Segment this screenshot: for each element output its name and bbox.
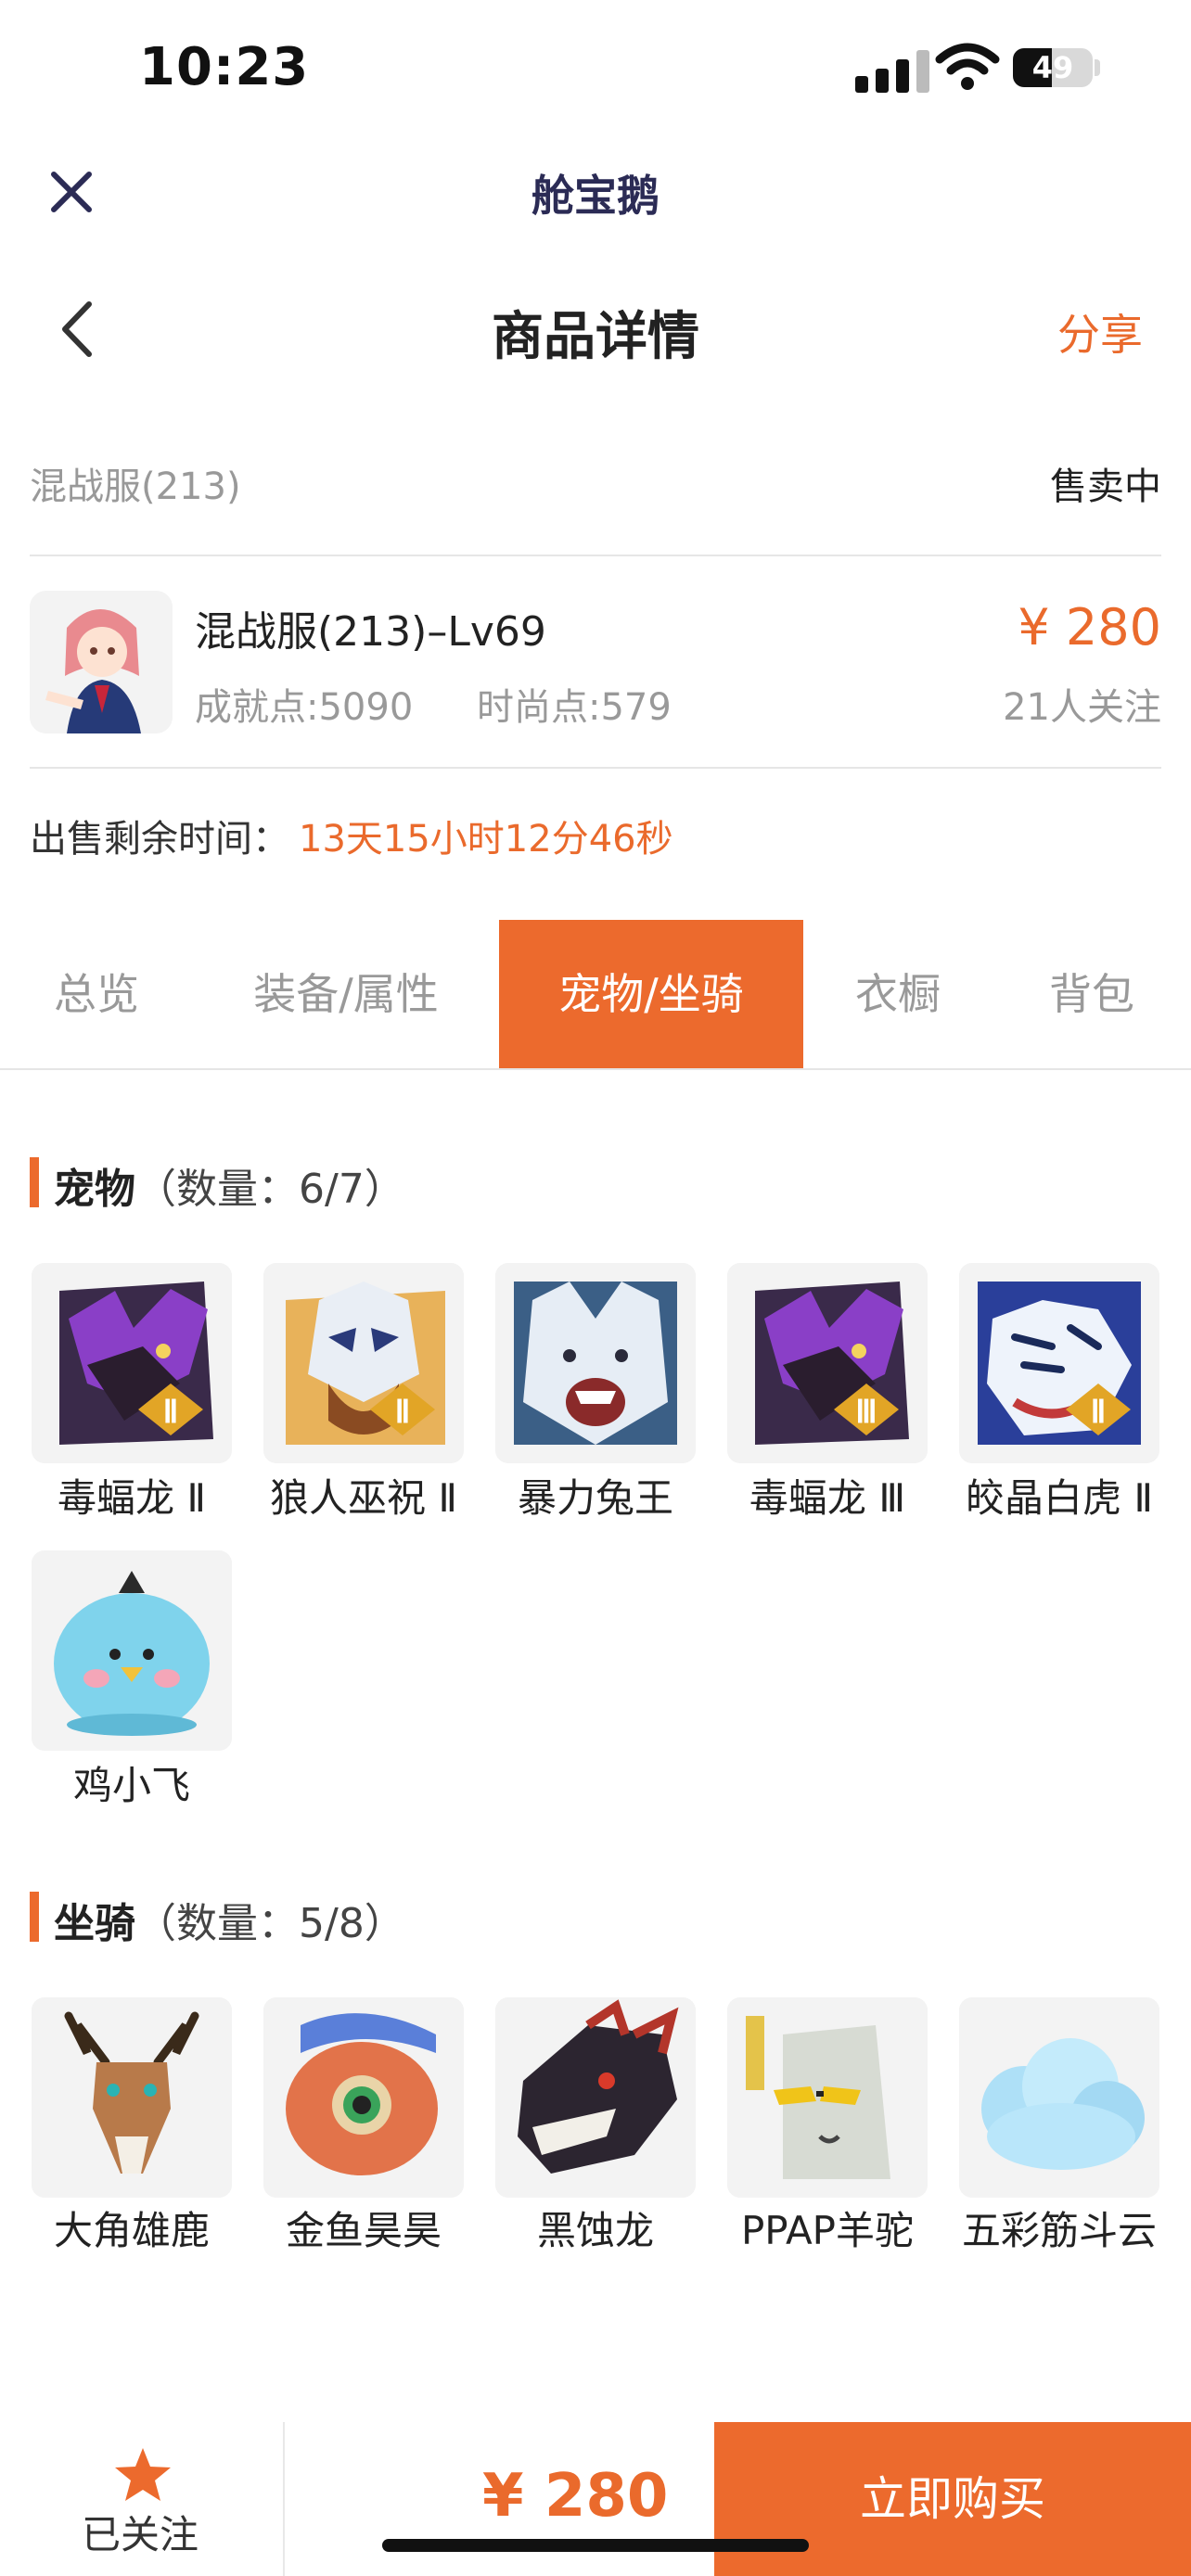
status-time: 10:23 xyxy=(139,37,310,97)
buy-now-button[interactable]: 立即购买 xyxy=(714,2422,1191,2576)
pets-section-title: 宠物（数量：6/7） xyxy=(54,1155,405,1215)
stag-icon xyxy=(32,1997,232,2198)
mount-name: 大角雄鹿 xyxy=(53,2208,210,2253)
pet-card[interactable] xyxy=(495,1263,696,1463)
pet-name: 狼人巫祝 Ⅱ xyxy=(269,1475,458,1521)
pet-name: 鸡小飞 xyxy=(72,1763,190,1808)
poison-bat-dragon-icon: Ⅱ xyxy=(32,1263,232,1463)
divider xyxy=(30,555,1161,556)
wifi-icon xyxy=(935,43,1000,90)
pet-card[interactable]: Ⅲ xyxy=(727,1263,928,1463)
section-marker xyxy=(30,1157,39,1207)
follow-button[interactable]: 已关注 xyxy=(82,2504,198,2560)
werewolf-shaman-icon: Ⅱ xyxy=(263,1263,464,1463)
svg-text:Ⅱ: Ⅱ xyxy=(163,1396,179,1430)
cloud-icon xyxy=(959,1997,1159,2198)
mount-name: 黑蚀龙 xyxy=(536,2208,654,2253)
bottom-price: ¥ 280 xyxy=(482,2462,669,2531)
goldfish-icon xyxy=(263,1997,464,2198)
pet-name: 暴力兔王 xyxy=(517,1475,673,1521)
follower-count: 21人关注 xyxy=(1003,686,1161,729)
svg-text:Ⅱ: Ⅱ xyxy=(1091,1396,1107,1430)
chick-icon xyxy=(32,1550,232,1751)
pet-card[interactable]: Ⅱ xyxy=(959,1263,1159,1463)
achievement-points: 成就点:5090 xyxy=(195,686,414,729)
server-name: 混战服(213) xyxy=(30,465,241,508)
mount-name: 金鱼昊昊 xyxy=(285,2208,442,2253)
mount-card[interactable] xyxy=(959,1997,1159,2198)
svg-text:Ⅲ: Ⅲ xyxy=(855,1396,877,1430)
tab-bar: 总览 装备/属性 宠物/坐骑 衣橱 背包 xyxy=(0,920,1191,1068)
mount-card[interactable] xyxy=(263,1997,464,2198)
page-title: 商品详情 xyxy=(492,307,699,367)
pet-name: 毒蝠龙 Ⅱ xyxy=(57,1475,207,1521)
product-title: 混战服(213)–Lv69 xyxy=(195,608,546,656)
remaining-time-label: 出售剩余时间： xyxy=(30,818,289,861)
home-indicator xyxy=(382,2539,809,2552)
battery-icon: 49 xyxy=(1013,48,1093,87)
mount-name: PPAP羊驼 xyxy=(740,2208,915,2253)
pet-card[interactable]: Ⅱ xyxy=(32,1263,232,1463)
app-name: 舱宝鹅 xyxy=(531,171,660,221)
mounts-count: （数量：5/8） xyxy=(135,1900,405,1947)
mount-card[interactable] xyxy=(727,1997,928,2198)
poison-bat-dragon-icon: Ⅲ xyxy=(727,1263,928,1463)
character-avatar xyxy=(30,591,173,733)
tab-equipment[interactable]: 装备/属性 xyxy=(193,920,499,1068)
tab-pets-mounts[interactable]: 宠物/坐骑 xyxy=(499,920,803,1068)
svg-text:Ⅱ: Ⅱ xyxy=(395,1396,411,1430)
mount-card[interactable] xyxy=(32,1997,232,2198)
black-dragon-icon xyxy=(495,1997,696,2198)
mount-card[interactable] xyxy=(495,1997,696,2198)
pet-name: 皎晶白虎 Ⅱ xyxy=(965,1475,1154,1521)
fashion-points: 时尚点:579 xyxy=(477,686,672,729)
cellular-signal-icon xyxy=(855,46,948,93)
mounts-title: 坐骑 xyxy=(54,1900,135,1947)
mount-name: 五彩筋斗云 xyxy=(961,2208,1157,2253)
section-marker xyxy=(30,1892,39,1942)
mounts-section-title: 坐骑（数量：5/8） xyxy=(54,1890,405,1949)
star-icon[interactable] xyxy=(113,2446,173,2504)
pet-card[interactable] xyxy=(32,1550,232,1751)
divider xyxy=(30,767,1161,769)
product-price: ¥ 280 xyxy=(1018,598,1161,657)
pet-card[interactable]: Ⅱ xyxy=(263,1263,464,1463)
tab-wardrobe[interactable]: 衣橱 xyxy=(803,920,992,1068)
crystal-white-tiger-icon: Ⅱ xyxy=(959,1263,1159,1463)
tab-overview[interactable]: 总览 xyxy=(0,920,193,1068)
alpaca-icon xyxy=(727,1997,928,2198)
share-button[interactable]: 分享 xyxy=(1057,301,1143,363)
sale-status: 售卖中 xyxy=(1050,465,1161,508)
tab-backpack[interactable]: 背包 xyxy=(992,920,1191,1068)
pets-title: 宠物 xyxy=(54,1166,135,1213)
pet-name: 毒蝠龙 Ⅲ xyxy=(749,1475,906,1521)
pets-count: （数量：6/7） xyxy=(135,1166,405,1213)
violent-rabbit-king-icon xyxy=(495,1263,696,1463)
remaining-time-value: 13天15小时12分46秒 xyxy=(299,818,673,861)
battery-tip xyxy=(1095,59,1100,76)
battery-level: 49 xyxy=(1031,50,1074,85)
bottom-divider xyxy=(283,2422,285,2576)
tab-divider xyxy=(0,1068,1191,1070)
